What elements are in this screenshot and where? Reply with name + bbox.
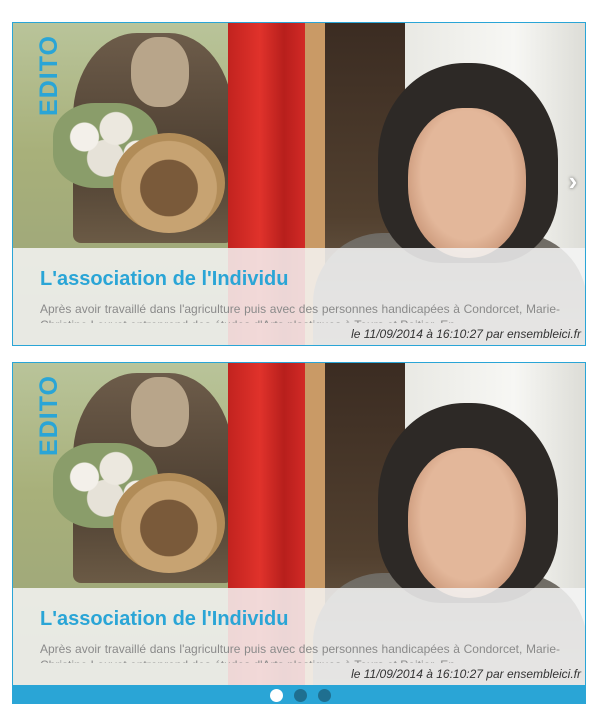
pager-dot-2[interactable] bbox=[294, 689, 307, 702]
edito-badge: EDITO bbox=[35, 35, 63, 116]
next-arrow-icon[interactable]: › bbox=[563, 168, 583, 194]
edito-badge: EDITO bbox=[35, 375, 63, 456]
slide-caption: L'association de l'Individu Après avoir … bbox=[13, 588, 585, 685]
slide-card[interactable]: EDITO L'association de l'Individu Après … bbox=[12, 362, 586, 686]
slide-excerpt: Après avoir travaillé dans l'agriculture… bbox=[40, 302, 560, 323]
slide-meta: le 11/09/2014 à 16:10:27 par ensembleici… bbox=[351, 327, 581, 341]
slide-title[interactable]: L'association de l'Individu bbox=[40, 268, 288, 291]
pager-dot-1[interactable] bbox=[270, 689, 283, 702]
slide-card[interactable]: EDITO L'association de l'Individu Après … bbox=[12, 22, 586, 346]
slide-caption: L'association de l'Individu Après avoir … bbox=[13, 248, 585, 345]
slider-pager bbox=[12, 686, 586, 704]
slide-meta: le 11/09/2014 à 16:10:27 par ensembleici… bbox=[351, 667, 581, 681]
slide-title[interactable]: L'association de l'Individu bbox=[40, 608, 288, 631]
slide-excerpt: Après avoir travaillé dans l'agriculture… bbox=[40, 642, 560, 663]
pager-dot-3[interactable] bbox=[318, 689, 331, 702]
